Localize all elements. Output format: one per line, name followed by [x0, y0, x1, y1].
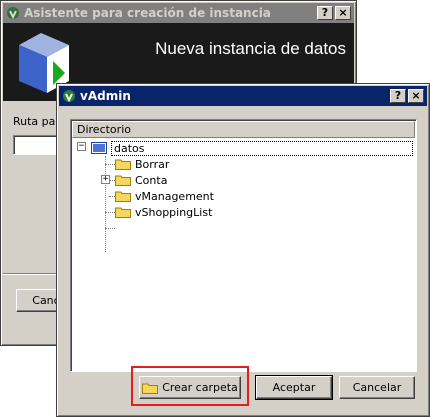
tree-item-conta[interactable]: Conta: [115, 172, 167, 188]
help-button[interactable]: ?: [317, 6, 333, 20]
dialog-title: vAdmin: [80, 89, 131, 103]
tree-item-vshoppinglist[interactable]: vShoppingList: [115, 204, 212, 220]
tree-item-label: Borrar: [135, 157, 170, 171]
folder-icon: [115, 191, 131, 202]
tree-item-label: vManagement: [135, 189, 214, 203]
tree-item-vmanagement[interactable]: vManagement: [115, 188, 214, 204]
create-folder-button[interactable]: Crear carpeta: [139, 376, 241, 399]
app-icon: [7, 7, 19, 20]
app-icon: [63, 90, 75, 103]
tree-line: [105, 228, 115, 229]
tree-line: [105, 156, 106, 252]
wizard-titlebar[interactable]: Asistente para creación de instancia: [3, 3, 354, 23]
collapse-toggle[interactable]: −: [77, 142, 86, 151]
tree-line: [105, 212, 115, 213]
vadmin-dialog: vAdmin ? × Directorio − datos Borrar + C…: [56, 83, 430, 417]
banner-title: Nueva instancia de datos: [155, 39, 346, 58]
tree-item-label: Conta: [135, 173, 168, 187]
folder-icon: [115, 159, 131, 170]
close-button[interactable]: ×: [335, 6, 351, 20]
accept-button[interactable]: Aceptar: [255, 375, 333, 400]
folder-icon: [142, 383, 159, 394]
dialog-titlebar[interactable]: vAdmin: [59, 86, 427, 106]
column-header-label: Directorio: [77, 123, 131, 136]
folder-icon: [115, 207, 131, 218]
directory-tree[interactable]: Directorio − datos Borrar + Conta vManag…: [70, 119, 417, 372]
wizard-divider: [3, 273, 63, 275]
expand-toggle[interactable]: +: [101, 175, 110, 184]
column-header[interactable]: Directorio: [72, 121, 415, 138]
tree-item-borrar[interactable]: Borrar: [115, 156, 169, 172]
folder-icon: [115, 175, 131, 186]
path-label: Ruta par: [13, 115, 60, 128]
tree-item-label: datos: [111, 140, 413, 156]
close-button[interactable]: ×: [408, 89, 424, 103]
tree-line: [105, 164, 115, 165]
tree-item-root[interactable]: datos: [91, 140, 413, 156]
help-button[interactable]: ?: [390, 89, 406, 103]
tree-item-label: vShoppingList: [135, 205, 213, 219]
drive-folder-icon: [91, 142, 107, 154]
wizard-title: Asistente para creación de instancia: [24, 6, 271, 20]
cancel-button[interactable]: Cancelar: [339, 376, 415, 399]
